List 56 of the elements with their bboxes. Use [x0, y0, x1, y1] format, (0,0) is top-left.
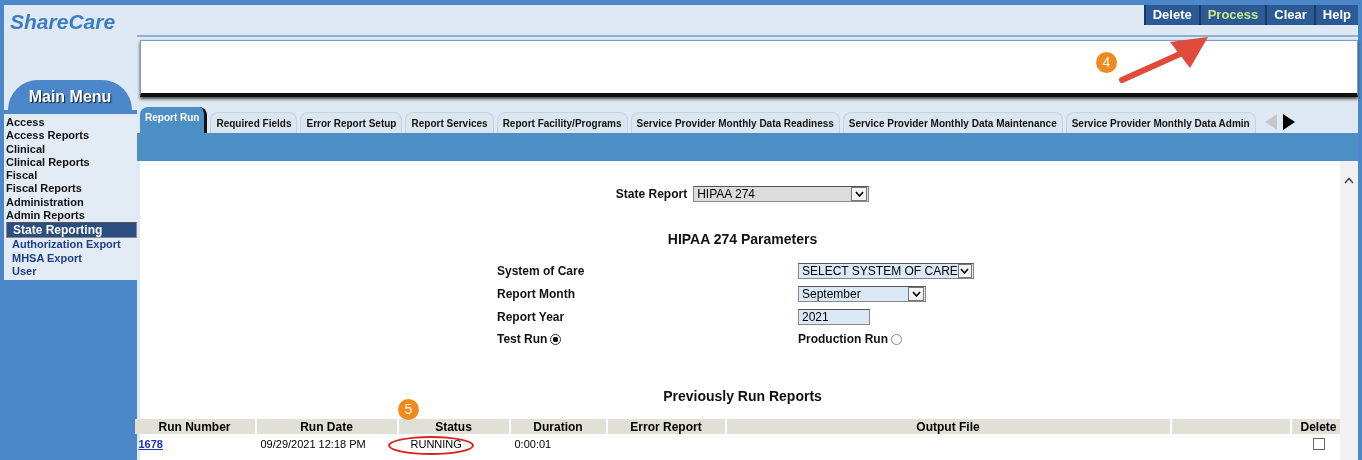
menu-item[interactable]: Access Reports: [6, 129, 137, 143]
field-label: Report Year: [497, 310, 566, 324]
tab[interactable]: Service Provider Monthly Data Admin: [1065, 112, 1256, 133]
tab[interactable]: Service Provider Monthly Data Readiness: [630, 112, 840, 133]
toolbar-button[interactable]: Process: [1198, 5, 1266, 25]
toolbar-button[interactable]: Delete: [1143, 5, 1199, 25]
chevron-down-icon: [854, 191, 864, 197]
status-text: RUNNING: [410, 437, 462, 450]
column-header: Run Date: [256, 419, 397, 434]
menu-item[interactable]: Clinical Reports: [6, 155, 137, 170]
table-cell: 09/29/2021 12:18 PM: [260, 437, 366, 450]
tab[interactable]: Error Report Setup: [300, 112, 403, 133]
column-header: Error Report: [607, 419, 725, 434]
radio-label: Production Run: [798, 332, 888, 346]
input-field[interactable]: 2021: [798, 309, 870, 325]
menu-item[interactable]: Fiscal Reports: [6, 182, 137, 196]
column-header: Run Number: [134, 419, 255, 434]
chevron-down-icon: [911, 291, 921, 297]
scroll-up-icon[interactable]: [1344, 177, 1354, 184]
scroll-right-icon[interactable]: [1282, 114, 1295, 130]
menu-item[interactable]: Fiscal: [6, 169, 137, 183]
field-label: State Report: [615, 187, 688, 201]
menu-item[interactable]: Clinical: [6, 142, 137, 156]
select-field[interactable]: September: [798, 286, 926, 302]
select-field[interactable]: HIPAA 274: [693, 186, 870, 202]
menu-item[interactable]: Authorization Export: [6, 238, 137, 252]
menu-item[interactable]: State Reporting: [6, 222, 137, 239]
toolbar-button[interactable]: Clear: [1265, 5, 1314, 25]
tab[interactable]: Service Provider Monthly Data Maintenance: [842, 112, 1063, 133]
menu-item[interactable]: MHSA Export: [6, 251, 137, 265]
scrollbar[interactable]: [1340, 161, 1358, 460]
radio-label: Test Run: [497, 332, 548, 346]
tab[interactable]: Report Services: [405, 112, 494, 133]
table-cell: 0:00:01: [514, 437, 552, 450]
column-header: Output File: [726, 419, 1170, 434]
toolbar-button[interactable]: Help: [1313, 5, 1358, 25]
field-label: System of Care: [497, 264, 586, 278]
logo: ShareCare: [4, 5, 137, 37]
select-field[interactable]: SELECT SYSTEM OF CARE: [798, 263, 974, 279]
radio-button[interactable]: [891, 333, 902, 345]
chevron-down-icon: [960, 268, 970, 274]
delete-checkbox[interactable]: [1312, 438, 1325, 451]
main-menu-header: Main Menu: [8, 80, 132, 110]
field-label: Report Month: [497, 287, 576, 301]
radio-button[interactable]: [550, 333, 562, 345]
menu-item[interactable]: User: [6, 264, 137, 279]
tab[interactable]: Report Facility/Programs: [496, 112, 628, 133]
menu-item[interactable]: Admin Reports: [6, 209, 137, 223]
tab[interactable]: Required Fields: [210, 112, 298, 133]
section-heading: Previously Run Reports: [663, 388, 822, 404]
run-number-link[interactable]: 1678: [138, 437, 163, 450]
column-header: Status: [398, 419, 509, 434]
menu-item[interactable]: Access: [6, 116, 137, 130]
column-header: Duration: [510, 419, 606, 434]
section-heading: HIPAA 274 Parameters: [667, 231, 818, 247]
menu-item[interactable]: Administration: [6, 195, 137, 210]
